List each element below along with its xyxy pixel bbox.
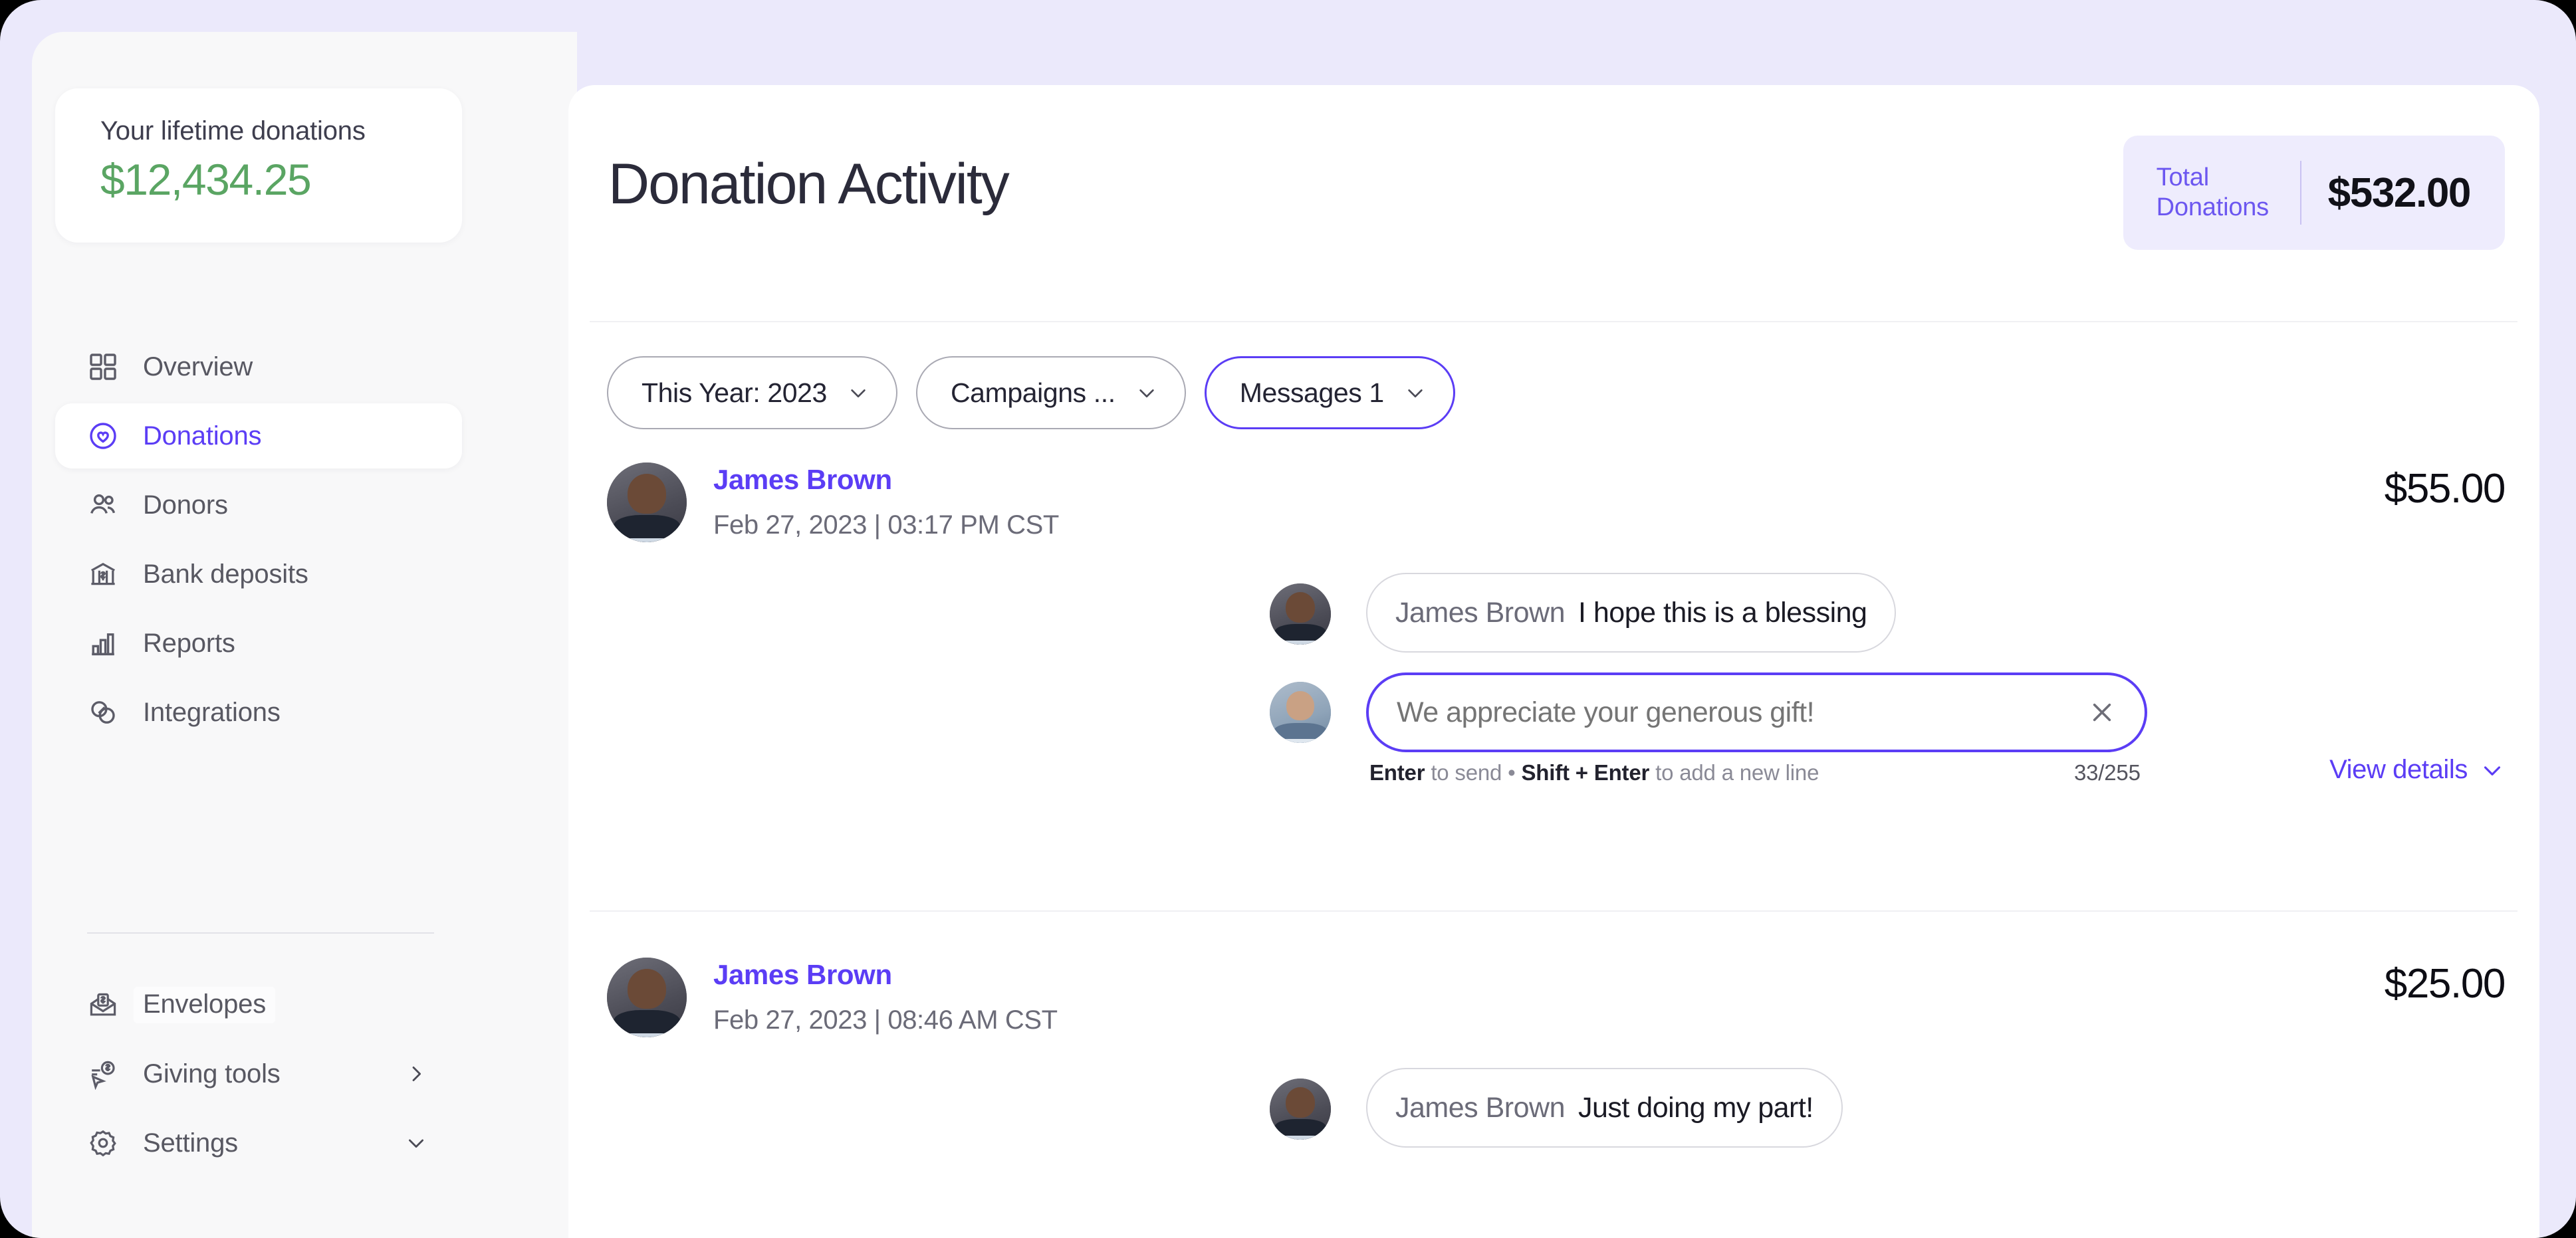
donor-avatar [607, 463, 687, 542]
message-author: James Brown [1395, 1091, 1565, 1124]
filter-chip-campaigns[interactable]: Campaigns ... [915, 356, 1186, 429]
message-avatar [1270, 1079, 1331, 1140]
total-donations-badge: Total Donations $532.00 [2123, 136, 2505, 250]
donor-name-link[interactable]: James Brown [713, 464, 892, 496]
hint-enter-key: Enter [1369, 760, 1425, 785]
total-donations-label-line1: Total [2156, 163, 2209, 192]
sidebar-item-settings[interactable]: Settings [55, 1110, 462, 1176]
sidebar-item-label: Bank deposits [143, 559, 308, 589]
donation-amount: $55.00 [2384, 466, 2506, 512]
sidebar-nav-lower: Envelopes Giving tools Settings [55, 972, 462, 1180]
sidebar-item-label: Integrations [143, 697, 281, 727]
sidebar-nav: Overview Donations Donors Bank deposits … [55, 334, 462, 749]
donor-message: James Brown I hope this is a blessing [568, 573, 2539, 658]
hint-newline: to add a new line [1649, 760, 1819, 785]
message-bubble: James Brown I hope this is a blessing [1366, 573, 1897, 653]
lifetime-donations-label: Your lifetime donations [100, 116, 366, 146]
total-donations-label: Total Donations [2157, 163, 2283, 223]
filter-chip-label: Messages 1 [1239, 377, 1384, 408]
lifetime-donations-card: Your lifetime donations $12,434.25 [55, 88, 462, 243]
sidebar-item-label: Giving tools [143, 1059, 281, 1088]
donation-row: James Brown Feb 27, 2023 | 03:17 PM CST … [568, 457, 2539, 799]
sidebar-item-label: Donations [143, 421, 262, 451]
message-text: Just doing my part! [1578, 1091, 1814, 1124]
bar-chart-icon [86, 626, 120, 661]
sidebar-item-bank-deposits[interactable]: Bank deposits [55, 542, 462, 607]
message-bubble: James Brown Just doing my part! [1366, 1068, 1843, 1148]
donor-avatar [607, 958, 687, 1037]
users-icon [86, 488, 120, 522]
envelope-dollar-icon [86, 987, 120, 1022]
hint-shift-enter-key: Shift + Enter [1521, 760, 1650, 785]
sidebar-item-label: Donors [143, 490, 228, 520]
sidebar-item-label: Envelopes [134, 986, 275, 1023]
sidebar-item-label: Settings [143, 1128, 238, 1158]
filter-bar: This Year: 2023 Campaigns ... Messages 1 [607, 356, 1455, 429]
bank-icon [86, 557, 120, 591]
total-donations-label-line2: Donations [2156, 193, 2270, 221]
header-divider [590, 321, 2517, 322]
message-author: James Brown [1395, 596, 1565, 629]
donation-timestamp: Feb 27, 2023 | 03:17 PM CST [713, 510, 1059, 540]
hint-to-send: to send • [1425, 760, 1522, 785]
lifetime-donations-amount: $12,434.25 [100, 155, 312, 204]
chevron-down-icon [1404, 381, 1427, 404]
main-content-card: Donation Activity Total Donations $532.0… [568, 85, 2539, 1238]
page-title: Donation Activity [608, 152, 1010, 216]
message-avatar [1270, 583, 1331, 645]
reply-input[interactable] [1397, 696, 2073, 729]
user-avatar [1270, 682, 1331, 743]
filter-chip-year[interactable]: This Year: 2023 [607, 356, 897, 429]
view-details-button[interactable]: View details [2329, 755, 2505, 785]
reply-input-box[interactable] [1366, 672, 2147, 752]
donor-message: James Brown Just doing my part! [568, 1068, 2539, 1153]
donation-timestamp: Feb 27, 2023 | 08:46 AM CST [713, 1005, 1058, 1035]
chevron-down-icon [2468, 758, 2505, 783]
sidebar-item-donors[interactable]: Donors [55, 472, 462, 538]
sidebar-item-overview[interactable]: Overview [55, 334, 462, 399]
chevron-right-icon[interactable] [405, 1063, 427, 1085]
donation-header: James Brown Feb 27, 2023 | 08:46 AM CST … [568, 952, 2539, 1052]
close-icon[interactable] [2086, 696, 2118, 728]
sidebar-item-donations[interactable]: Donations [55, 403, 462, 468]
donation-header: James Brown Feb 27, 2023 | 03:17 PM CST … [568, 457, 2539, 557]
sidebar-item-reports[interactable]: Reports [55, 611, 462, 676]
chevron-down-icon [1135, 381, 1158, 404]
message-text: I hope this is a blessing [1578, 596, 1867, 629]
view-details-label: View details [2329, 755, 2468, 784]
filter-chip-label: This Year: 2023 [642, 377, 827, 408]
gear-icon [86, 1126, 120, 1160]
character-counter: 33/255 [2074, 760, 2141, 785]
donor-name-link[interactable]: James Brown [713, 959, 892, 991]
chevron-down-icon[interactable] [405, 1132, 427, 1154]
donation-amount: $25.00 [2384, 961, 2506, 1007]
filter-chip-messages[interactable]: Messages 1 [1204, 356, 1455, 429]
row-divider [590, 910, 2517, 912]
app-frame: Your lifetime donations $12,434.25 Overv… [0, 0, 2576, 1238]
sidebar-divider [87, 932, 434, 934]
badge-separator [2299, 161, 2301, 225]
sidebar: Your lifetime donations $12,434.25 Overv… [32, 32, 577, 1238]
chevron-down-icon [847, 381, 870, 404]
total-donations-amount: $532.00 [2327, 169, 2472, 216]
sidebar-item-envelopes[interactable]: Envelopes [55, 972, 462, 1037]
sidebar-item-label: Overview [143, 352, 253, 381]
sidebar-item-giving-tools[interactable]: Giving tools [55, 1041, 462, 1106]
sidebar-item-label: Reports [143, 628, 235, 658]
donation-row: James Brown Feb 27, 2023 | 08:46 AM CST … [568, 952, 2539, 1153]
filter-chip-label: Campaigns ... [950, 377, 1115, 408]
grid-icon [86, 350, 120, 384]
sidebar-item-integrations[interactable]: Integrations [55, 680, 462, 745]
reply-hint: Enter to send • Shift + Enter to add a n… [1369, 760, 1819, 785]
integrations-icon [86, 695, 120, 730]
giving-tools-icon [86, 1057, 120, 1091]
heart-circle-icon [86, 419, 120, 453]
reply-area: Enter to send • Shift + Enter to add a n… [568, 672, 2539, 799]
